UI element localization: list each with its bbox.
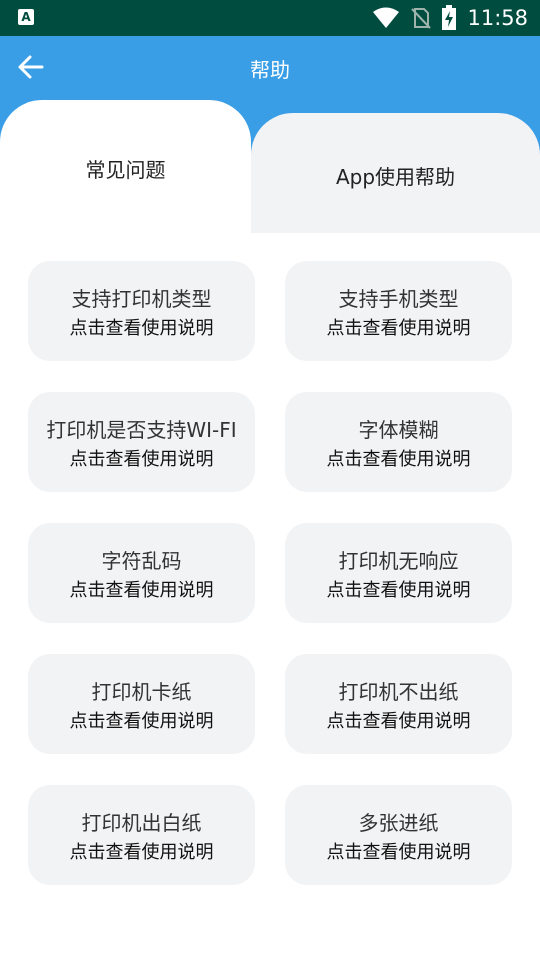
app-notification-icon: A (18, 9, 34, 25)
status-time: 11:58 (467, 6, 528, 30)
wifi-icon (373, 7, 400, 28)
card-subtitle: 点击查看使用说明 (326, 318, 471, 339)
card-title: 打印机出白纸 (81, 811, 202, 835)
status-icons: 11:58 (373, 0, 528, 36)
no-sim-icon (411, 8, 432, 29)
page-title: 帮助 (250, 58, 290, 82)
faq-card[interactable]: 支持打印机类型 点击查看使用说明 (28, 261, 255, 361)
card-subtitle: 点击查看使用说明 (326, 842, 471, 863)
card-title: 多张进纸 (358, 811, 439, 835)
tab-label: App使用帮助 (335, 165, 456, 189)
battery-charging-icon (442, 5, 457, 30)
faq-card[interactable]: 打印机是否支持WI-FI 点击查看使用说明 (28, 392, 255, 492)
card-title: 支持手机类型 (338, 287, 459, 311)
app-bar: 帮助 常见问题 App使用帮助 (0, 36, 540, 240)
tab-faq[interactable]: 常见问题 (0, 100, 251, 240)
faq-card[interactable]: 多张进纸 点击查看使用说明 (285, 785, 512, 885)
card-subtitle: 点击查看使用说明 (326, 580, 471, 601)
faq-card[interactable]: 字体模糊 点击查看使用说明 (285, 392, 512, 492)
card-subtitle: 点击查看使用说明 (326, 449, 471, 470)
card-subtitle: 点击查看使用说明 (326, 711, 471, 732)
faq-card[interactable]: 字符乱码 点击查看使用说明 (28, 523, 255, 623)
tab-label: 常见问题 (85, 158, 166, 182)
faq-card[interactable]: 打印机无响应 点击查看使用说明 (285, 523, 512, 623)
tab-app-help[interactable]: App使用帮助 (251, 113, 540, 233)
status-bar: A 11:58 (0, 0, 540, 36)
card-subtitle: 点击查看使用说明 (69, 580, 214, 601)
card-subtitle: 点击查看使用说明 (69, 842, 214, 863)
card-title: 字符乱码 (101, 549, 182, 573)
faq-card[interactable]: 打印机出白纸 点击查看使用说明 (28, 785, 255, 885)
card-subtitle: 点击查看使用说明 (69, 711, 214, 732)
card-title: 打印机不出纸 (338, 680, 459, 704)
faq-card[interactable]: 打印机卡纸 点击查看使用说明 (28, 654, 255, 754)
faq-grid: 支持打印机类型 点击查看使用说明 支持手机类型 点击查看使用说明 打印机是否支持… (0, 233, 540, 960)
faq-card[interactable]: 支持手机类型 点击查看使用说明 (285, 261, 512, 361)
card-subtitle: 点击查看使用说明 (69, 449, 214, 470)
card-title: 打印机无响应 (338, 549, 459, 573)
faq-card[interactable]: 打印机不出纸 点击查看使用说明 (285, 654, 512, 754)
card-subtitle: 点击查看使用说明 (69, 318, 214, 339)
card-title: 支持打印机类型 (71, 287, 212, 311)
card-title: 打印机卡纸 (91, 680, 192, 704)
card-title: 打印机是否支持WI-FI (46, 418, 237, 442)
card-title: 字体模糊 (358, 418, 439, 442)
